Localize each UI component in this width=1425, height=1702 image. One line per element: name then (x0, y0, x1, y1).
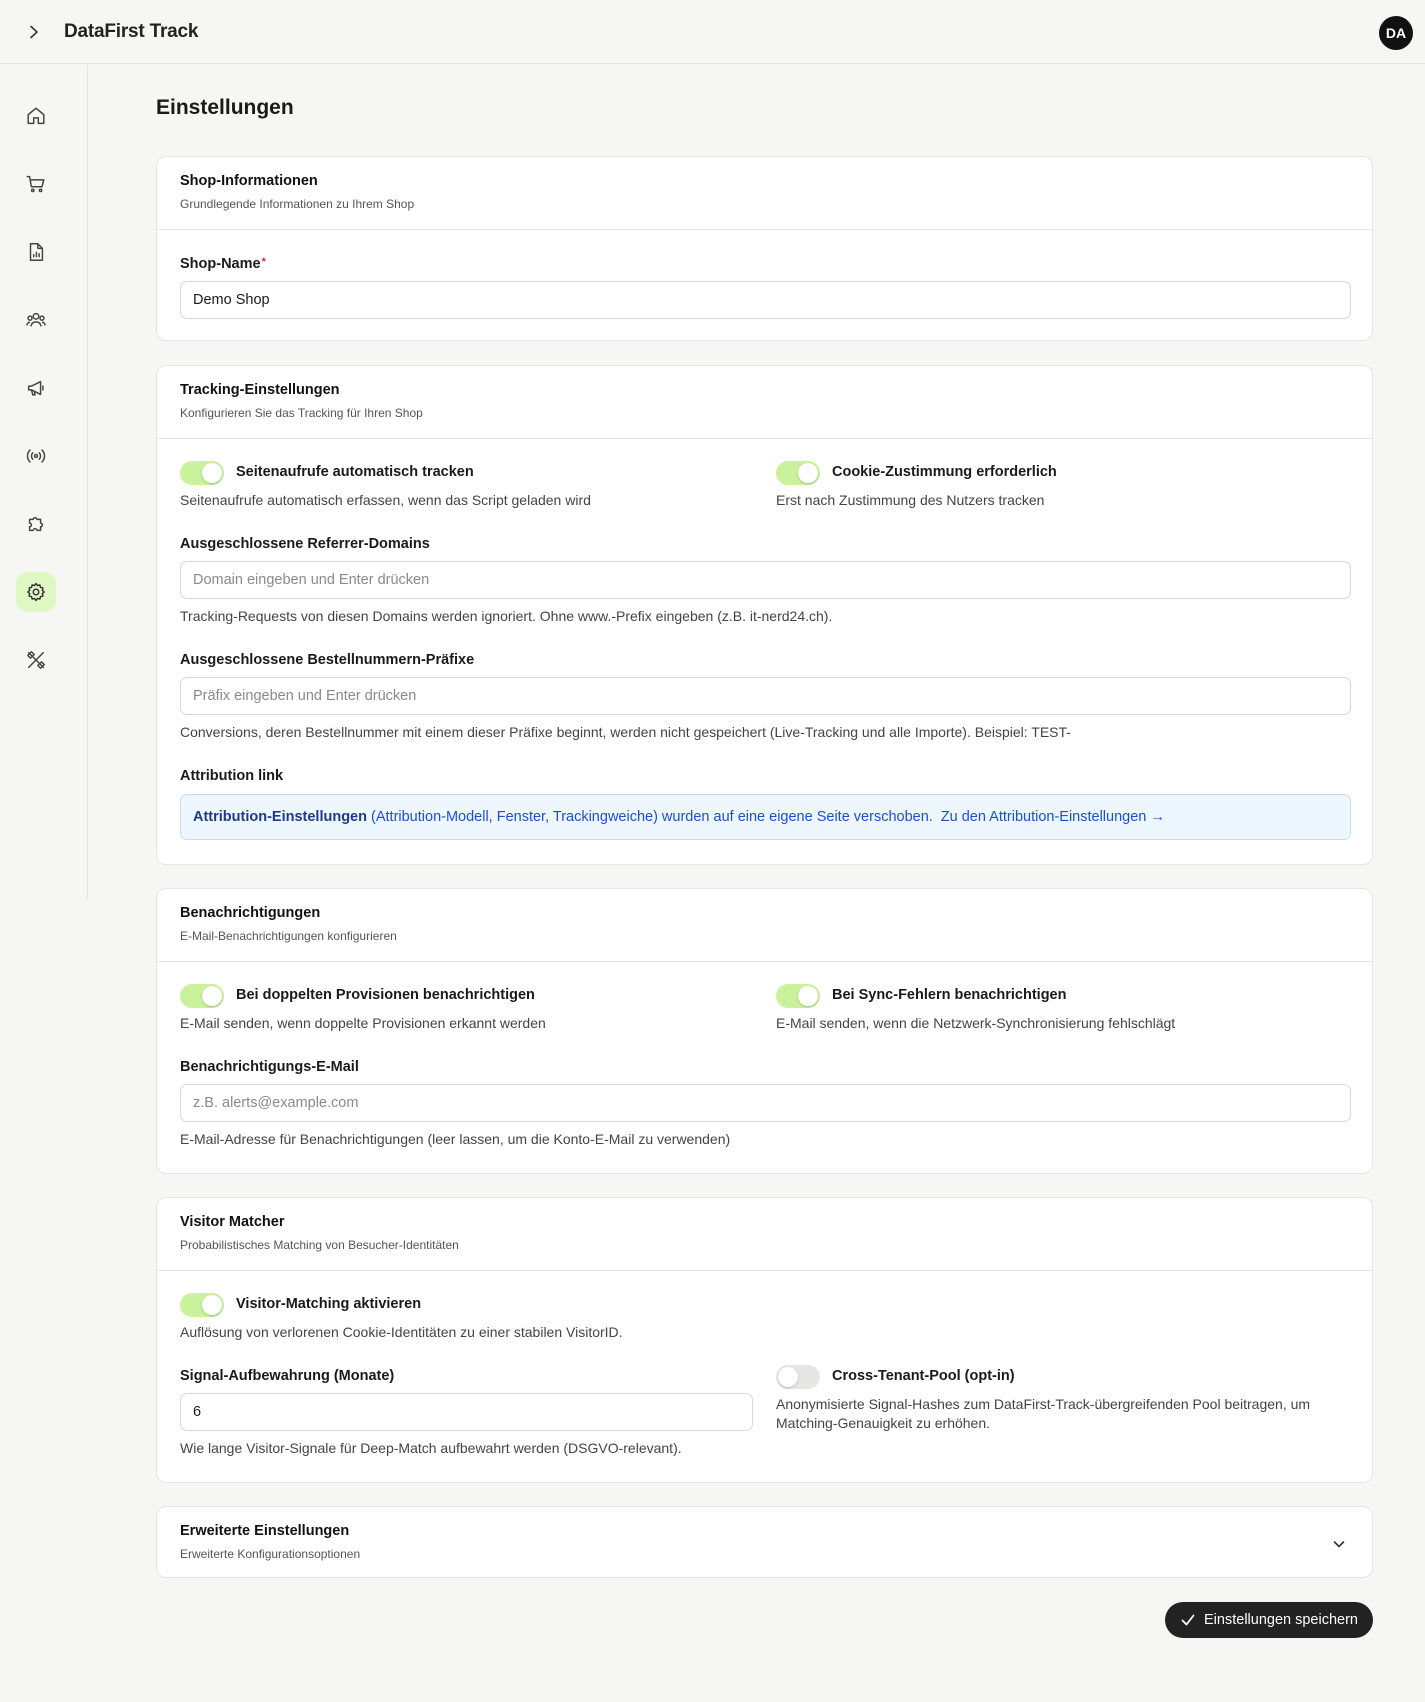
notification-email-label: Benachrichtigungs-E-Mail (180, 1059, 359, 1075)
home-icon (27, 107, 45, 125)
page-title: Einstellungen (156, 96, 294, 119)
signal-retention-hint: Wie lange Visitor-Signale für Deep-Match… (180, 1440, 682, 1456)
sidebar-item-home[interactable] (16, 96, 56, 136)
order-prefix-hint: Conversions, deren Bestellnummer mit ein… (180, 724, 1071, 740)
sidebar-toggle-button[interactable] (20, 18, 48, 46)
shop-name-label: Shop-Name* (180, 256, 266, 272)
order-prefix-label: Ausgeschlossene Bestellnummern-Präfixe (180, 652, 475, 668)
puzzle-icon (28, 516, 44, 532)
tracking-subtitle: Konfigurieren Sie das Tracking für Ihren… (180, 406, 423, 420)
visitor-matching-label: Visitor-Matching aktivieren (236, 1296, 422, 1312)
advanced-settings-title: Erweiterte Einstellungen (180, 1523, 350, 1539)
chevron-right-icon (30, 25, 38, 38)
sidebar-item-users[interactable] (16, 300, 56, 340)
user-avatar[interactable]: DA (1379, 16, 1413, 50)
notification-email-input[interactable]: z.B. alerts@example.com (180, 1084, 1351, 1122)
broadcast-icon (26, 449, 46, 463)
cookie-consent-label: Cookie-Zustimmung erforderlich (832, 464, 1057, 480)
referrer-hint: Tracking-Requests von diesen Domains wer… (180, 608, 833, 624)
notifications-header: Benachrichtigungen E-Mail-Benachrichtigu… (157, 889, 1372, 962)
visitor-matching-toggle[interactable] (180, 1293, 224, 1317)
shop-info-subtitle: Grundlegende Informationen zu Ihrem Shop (180, 197, 415, 211)
visitor-matcher-card: Visitor Matcher Probabilistisches Matchi… (156, 1197, 1373, 1483)
visitor-matcher-subtitle: Probabilistisches Matching von Besucher-… (180, 1238, 459, 1252)
required-marker: * (261, 256, 266, 268)
duplicate-commission-label: Bei doppelten Provisionen benachrichtige… (236, 987, 535, 1003)
sidebar-item-campaigns[interactable] (16, 368, 56, 408)
advanced-settings-card[interactable]: Erweiterte Einstellungen Erweiterte Konf… (156, 1506, 1373, 1578)
report-icon (29, 243, 44, 261)
sync-error-toggle[interactable] (776, 984, 820, 1008)
users-icon (26, 312, 46, 327)
referrer-label: Ausgeschlossene Referrer-Domains (180, 536, 430, 552)
cross-tenant-pool-hint-line1: Anonymisierte Signal-Hashes zum DataFirs… (776, 1396, 1311, 1412)
shop-info-card: Shop-Informationen Grundlegende Informat… (156, 156, 1373, 341)
duplicate-commission-toggle[interactable] (180, 984, 224, 1008)
auto-track-toggle[interactable] (180, 461, 224, 485)
cross-tenant-pool-hint-line2: Matching-Genauigkeit zu erhöhen. (776, 1415, 991, 1431)
auto-track-label: Seitenaufrufe automatisch tracken (236, 464, 474, 480)
signal-retention-label: Signal-Aufbewahrung (Monate) (180, 1368, 395, 1384)
tracking-title: Tracking-Einstellungen (180, 382, 340, 398)
notifications-title: Benachrichtigungen (180, 905, 321, 921)
chevron-down-icon[interactable] (1330, 1535, 1348, 1553)
cross-tenant-pool-toggle[interactable] (776, 1365, 820, 1389)
cookie-consent-hint: Erst nach Zustimmung des Nutzers tracken (776, 492, 1045, 508)
order-prefix-input[interactable]: Präfix eingeben und Enter drücken (180, 677, 1351, 715)
top-bar: DataFirst Track DA (0, 0, 1425, 64)
advanced-settings-header: Erweiterte Einstellungen Erweiterte Konf… (157, 1507, 1372, 1580)
app-title: DataFirst Track (64, 20, 199, 42)
sync-error-label: Bei Sync-Fehlern benachrichtigen (832, 987, 1067, 1003)
visitor-matcher-title: Visitor Matcher (180, 1214, 285, 1230)
cookie-consent-toggle[interactable] (776, 461, 820, 485)
referrer-domain-input[interactable]: Domain eingeben und Enter drücken (180, 561, 1351, 599)
auto-track-hint: Seitenaufrufe automatisch erfassen, wenn… (180, 492, 591, 508)
notifications-card: Benachrichtigungen E-Mail-Benachrichtigu… (156, 888, 1373, 1174)
visitor-matching-hint: Auflösung von verlorenen Cookie-Identitä… (180, 1324, 623, 1340)
notification-email-hint: E-Mail-Adresse für Benachrichtigungen (l… (180, 1131, 731, 1147)
save-settings-button[interactable]: Einstellungen speichern (1165, 1602, 1373, 1638)
cross-tenant-pool-label: Cross-Tenant-Pool (opt-in) (832, 1368, 1015, 1384)
megaphone-icon (27, 380, 44, 396)
attribution-info-box: Attribution-Einstellungen (Attribution-M… (180, 794, 1351, 840)
gear-icon (27, 582, 45, 602)
sync-error-hint: E-Mail senden, wenn die Netzwerk-Synchro… (776, 1015, 1176, 1031)
sidebar-item-integrations[interactable] (16, 504, 56, 544)
save-settings-label: Einstellungen speichern (1204, 1612, 1358, 1628)
sidebar-item-reports[interactable] (16, 232, 56, 272)
cart-icon (26, 175, 45, 193)
sidebar-item-settings[interactable] (16, 572, 56, 612)
shop-info-title: Shop-Informationen (180, 173, 318, 189)
shop-info-header: Shop-Informationen Grundlegende Informat… (157, 157, 1372, 230)
attribution-strong-text: Attribution-Einstellungen (193, 809, 367, 825)
tracking-header: Tracking-Einstellungen Konfigurieren Sie… (157, 366, 1372, 439)
check-icon (1181, 1614, 1195, 1626)
attribution-settings-link[interactable]: Zu den Attribution-Einstellungen → (941, 809, 1165, 825)
attribution-label: Attribution link (180, 768, 284, 784)
signal-retention-input[interactable]: 6 (180, 1393, 753, 1431)
attribution-text: (Attribution-Modell, Fenster, Trackingwe… (366, 809, 933, 825)
advanced-settings-subtitle: Erweiterte Konfigurationsoptionen (180, 1547, 361, 1561)
duplicate-commission-hint: E-Mail senden, wenn doppelte Provisionen… (180, 1015, 546, 1031)
tracking-card: Tracking-Einstellungen Konfigurieren Sie… (156, 365, 1373, 865)
shop-name-input[interactable]: Demo Shop (180, 281, 1351, 319)
sidebar-item-tools[interactable] (16, 640, 56, 680)
tools-icon (27, 651, 45, 669)
sidebar (0, 65, 88, 899)
notifications-subtitle: E-Mail-Benachrichtigungen konfigurieren (180, 929, 397, 943)
sidebar-item-tracking[interactable] (16, 436, 56, 476)
visitor-matcher-header: Visitor Matcher Probabilistisches Matchi… (157, 1198, 1372, 1271)
sidebar-item-orders[interactable] (16, 164, 56, 204)
